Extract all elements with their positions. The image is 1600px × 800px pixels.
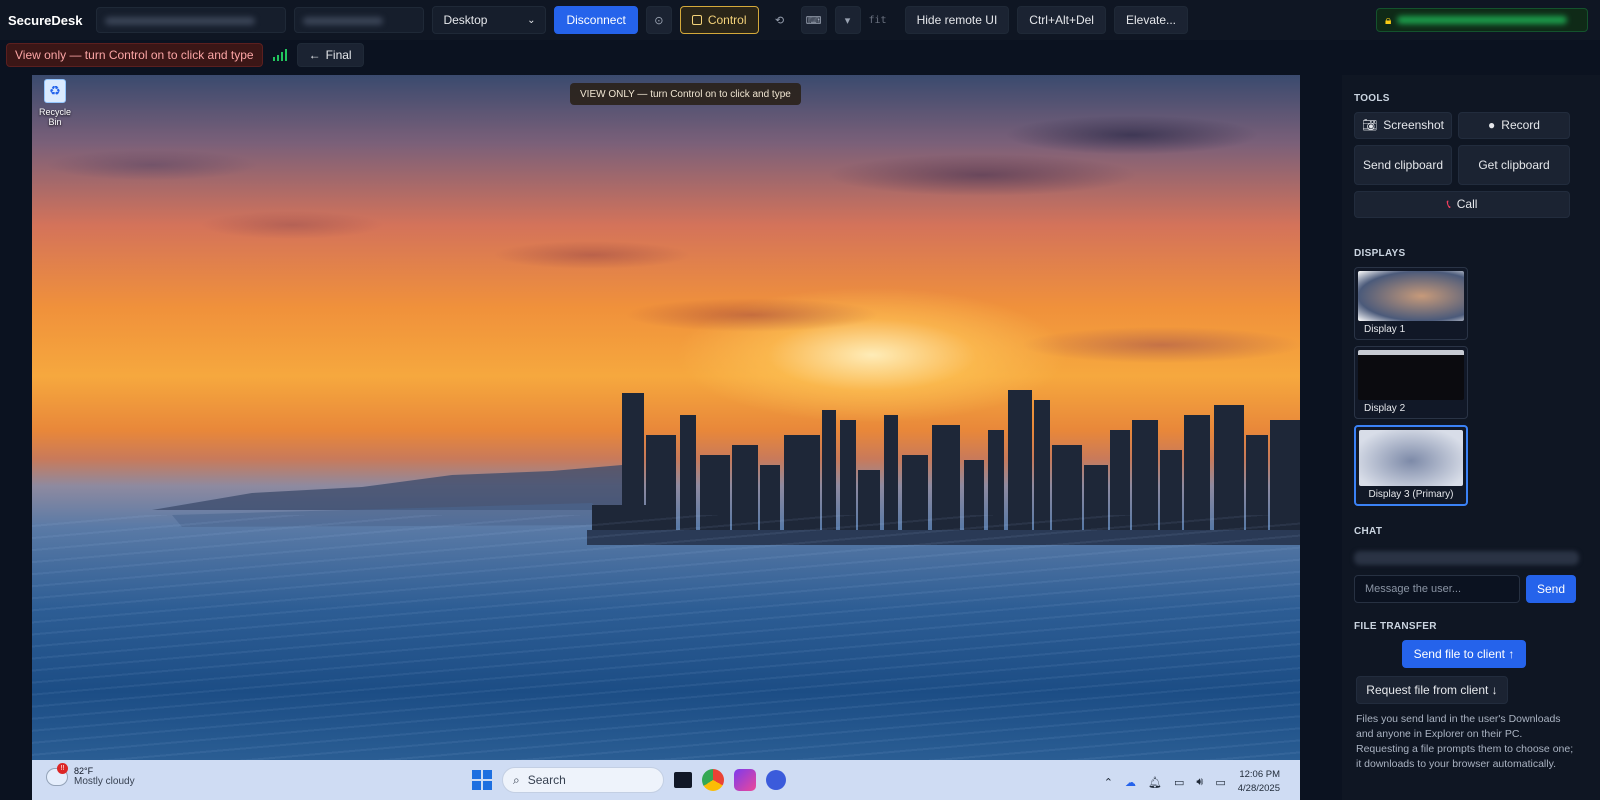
camera-icon: 📷︎ xyxy=(1362,118,1378,132)
taskbar-search-label: Search xyxy=(527,773,566,787)
ctrl-alt-del-button[interactable]: Ctrl+Alt+Del xyxy=(1017,6,1106,34)
displays-list: Display 1 Display 2 Display 3 (Primary) xyxy=(1354,267,1588,506)
display-2-thumbnail[interactable]: Display 2 xyxy=(1354,346,1468,419)
displays-title: DISPLAYS xyxy=(1354,248,1406,259)
right-sidebar: TOOLS 📷︎ Screenshot ● Record Send clipbo… xyxy=(1342,75,1600,800)
request-file-button[interactable]: Request file from client ↓ xyxy=(1356,676,1508,704)
record-label: Record xyxy=(1501,118,1540,132)
app-icon[interactable] xyxy=(734,769,756,791)
secure-connection-badge: 🔒︎ xyxy=(1376,8,1588,32)
quality-final-label: Final xyxy=(325,48,352,62)
lock-icon: 🔒︎ xyxy=(1385,12,1392,27)
wallpaper-clouds xyxy=(32,75,1300,375)
elevate-button[interactable]: Elevate... xyxy=(1113,6,1188,34)
taskbar-search[interactable]: ⌕ Search xyxy=(502,767,664,793)
volume-icon[interactable]: 🔊︎ xyxy=(1196,776,1203,789)
session-select[interactable]: Desktop ⌄ xyxy=(432,6,547,34)
chrome-icon[interactable] xyxy=(702,769,724,791)
remote-taskbar: !! 82°F Mostly cloudy ⌕ Search ⌃ ☁ 🔔︎ ▭ … xyxy=(32,760,1300,800)
signal-strength-icon xyxy=(272,49,287,61)
taskbar-clock[interactable]: 12:06 PM 4/28/2025 xyxy=(1238,768,1280,796)
more-chevron-icon[interactable]: ▾ xyxy=(834,6,861,34)
file-transfer-title: FILE TRANSFER xyxy=(1354,621,1437,632)
chevron-up-icon[interactable]: ⌃ xyxy=(1104,776,1113,789)
display-1-label: Display 1 xyxy=(1364,324,1406,335)
weather-widget[interactable]: !! 82°F Mostly cloudy xyxy=(46,762,135,787)
display-1-preview xyxy=(1358,271,1464,321)
chat-send-button[interactable]: Send xyxy=(1526,575,1576,603)
client-name-field[interactable] xyxy=(294,7,425,33)
taskbar-center: ⌕ Search xyxy=(472,767,786,793)
chat-history xyxy=(1354,551,1579,565)
chat-title: CHAT xyxy=(1354,526,1383,537)
weather-temp: 82°F xyxy=(74,766,94,776)
clock-date: 4/28/2025 xyxy=(1237,783,1280,794)
send-clipboard-label: Send clipboard xyxy=(1362,157,1444,172)
view-only-warning: View only — turn Control on to click and… xyxy=(6,43,263,67)
view-only-toast: VIEW ONLY — turn Control on to click and… xyxy=(570,83,801,105)
display-2-label: Display 2 xyxy=(1364,403,1406,414)
checkbox-icon xyxy=(691,15,702,25)
screenshot-button[interactable]: 📷︎ Screenshot xyxy=(1354,112,1452,139)
clock-time: 12:06 PM xyxy=(1239,769,1280,780)
settings-dot-icon[interactable]: ⊙ xyxy=(645,6,672,34)
record-button[interactable]: ● Record xyxy=(1458,112,1570,139)
weather-alert-badge: !! xyxy=(57,762,68,774)
session-id-field[interactable] xyxy=(96,7,287,33)
tools-title: TOOLS xyxy=(1354,93,1390,104)
refresh-icon[interactable]: ⟲ xyxy=(767,6,793,34)
windows-start-icon[interactable] xyxy=(472,770,492,790)
recycle-bin-desktop-icon[interactable]: ♻ Recycle Bin xyxy=(32,79,78,127)
weather-desc: Mostly cloudy xyxy=(74,776,135,787)
call-label: Call xyxy=(1456,197,1478,211)
hide-remote-ui-button[interactable]: Hide remote UI xyxy=(904,6,1010,34)
task-view-icon[interactable] xyxy=(674,772,692,788)
recycle-bin-label: Recycle Bin xyxy=(38,107,71,127)
system-tray: ⌃ ☁ 🔔︎ ▭ 🔊︎ ▭ 12:06 PM 4/28/2025 xyxy=(1104,768,1280,796)
keyboard-icon[interactable]: ⌨ xyxy=(800,6,827,34)
remote-support-app: SecureDesk Desktop ⌄ Disconnect ⊙ Contro… xyxy=(0,0,1600,800)
call-button[interactable]: 📞︎ Call xyxy=(1354,191,1570,218)
brand-name: SecureDesk xyxy=(8,12,83,28)
send-clipboard-button[interactable]: Send clipboard xyxy=(1354,145,1452,185)
phone-icon: 📞︎ xyxy=(1446,197,1451,211)
bell-icon[interactable]: 🔔︎ xyxy=(1148,776,1162,789)
send-file-button[interactable]: Send file to client ↑ xyxy=(1402,640,1526,668)
tools-grid: 📷︎ Screenshot ● Record Send clipboard Ge… xyxy=(1354,112,1588,218)
top-toolbar: SecureDesk Desktop ⌄ Disconnect ⊙ Contro… xyxy=(0,0,1600,40)
display-2-preview xyxy=(1358,350,1464,400)
chat-compose: Send xyxy=(1354,575,1588,603)
chat-message-input[interactable] xyxy=(1354,575,1520,603)
recycle-bin-icon: ♻ xyxy=(44,79,66,103)
arrow-left-icon: ← xyxy=(308,48,321,62)
get-clipboard-label: Get clipboard xyxy=(1478,157,1550,172)
chevron-down-icon: ⌄ xyxy=(527,14,536,26)
display-3-preview xyxy=(1359,430,1463,486)
screenshot-label: Screenshot xyxy=(1383,118,1444,132)
status-bar: View only — turn Control on to click and… xyxy=(0,40,1340,70)
wallpaper-water xyxy=(32,515,1300,760)
get-clipboard-button[interactable]: Get clipboard xyxy=(1458,145,1570,185)
display-1-thumbnail[interactable]: Display 1 xyxy=(1354,267,1468,340)
search-icon: ⌕ xyxy=(513,772,520,787)
control-label: Control xyxy=(707,13,747,27)
display-3-thumbnail[interactable]: Display 3 (Primary) xyxy=(1354,425,1468,506)
network-icon[interactable]: ▭ xyxy=(1174,776,1184,789)
display-3-label: Display 3 (Primary) xyxy=(1368,489,1454,500)
record-dot-icon: ● xyxy=(1488,118,1496,132)
file-transfer-note: Files you send land in the user's Downlo… xyxy=(1356,713,1574,770)
disconnect-button[interactable]: Disconnect xyxy=(554,6,638,34)
session-select-value: Desktop xyxy=(443,13,488,27)
cloud-icon: !! xyxy=(46,762,68,786)
quality-final-button[interactable]: ← Final xyxy=(296,43,364,67)
battery-icon[interactable]: ▭ xyxy=(1215,776,1225,789)
fit-label[interactable]: fit xyxy=(869,15,887,26)
remote-screen[interactable]: ♻ Recycle Bin VIEW ONLY — turn Control o… xyxy=(32,75,1300,800)
browser-icon[interactable] xyxy=(766,770,786,790)
control-toggle-button[interactable]: Control xyxy=(679,6,759,34)
onedrive-icon[interactable]: ☁ xyxy=(1125,776,1136,789)
